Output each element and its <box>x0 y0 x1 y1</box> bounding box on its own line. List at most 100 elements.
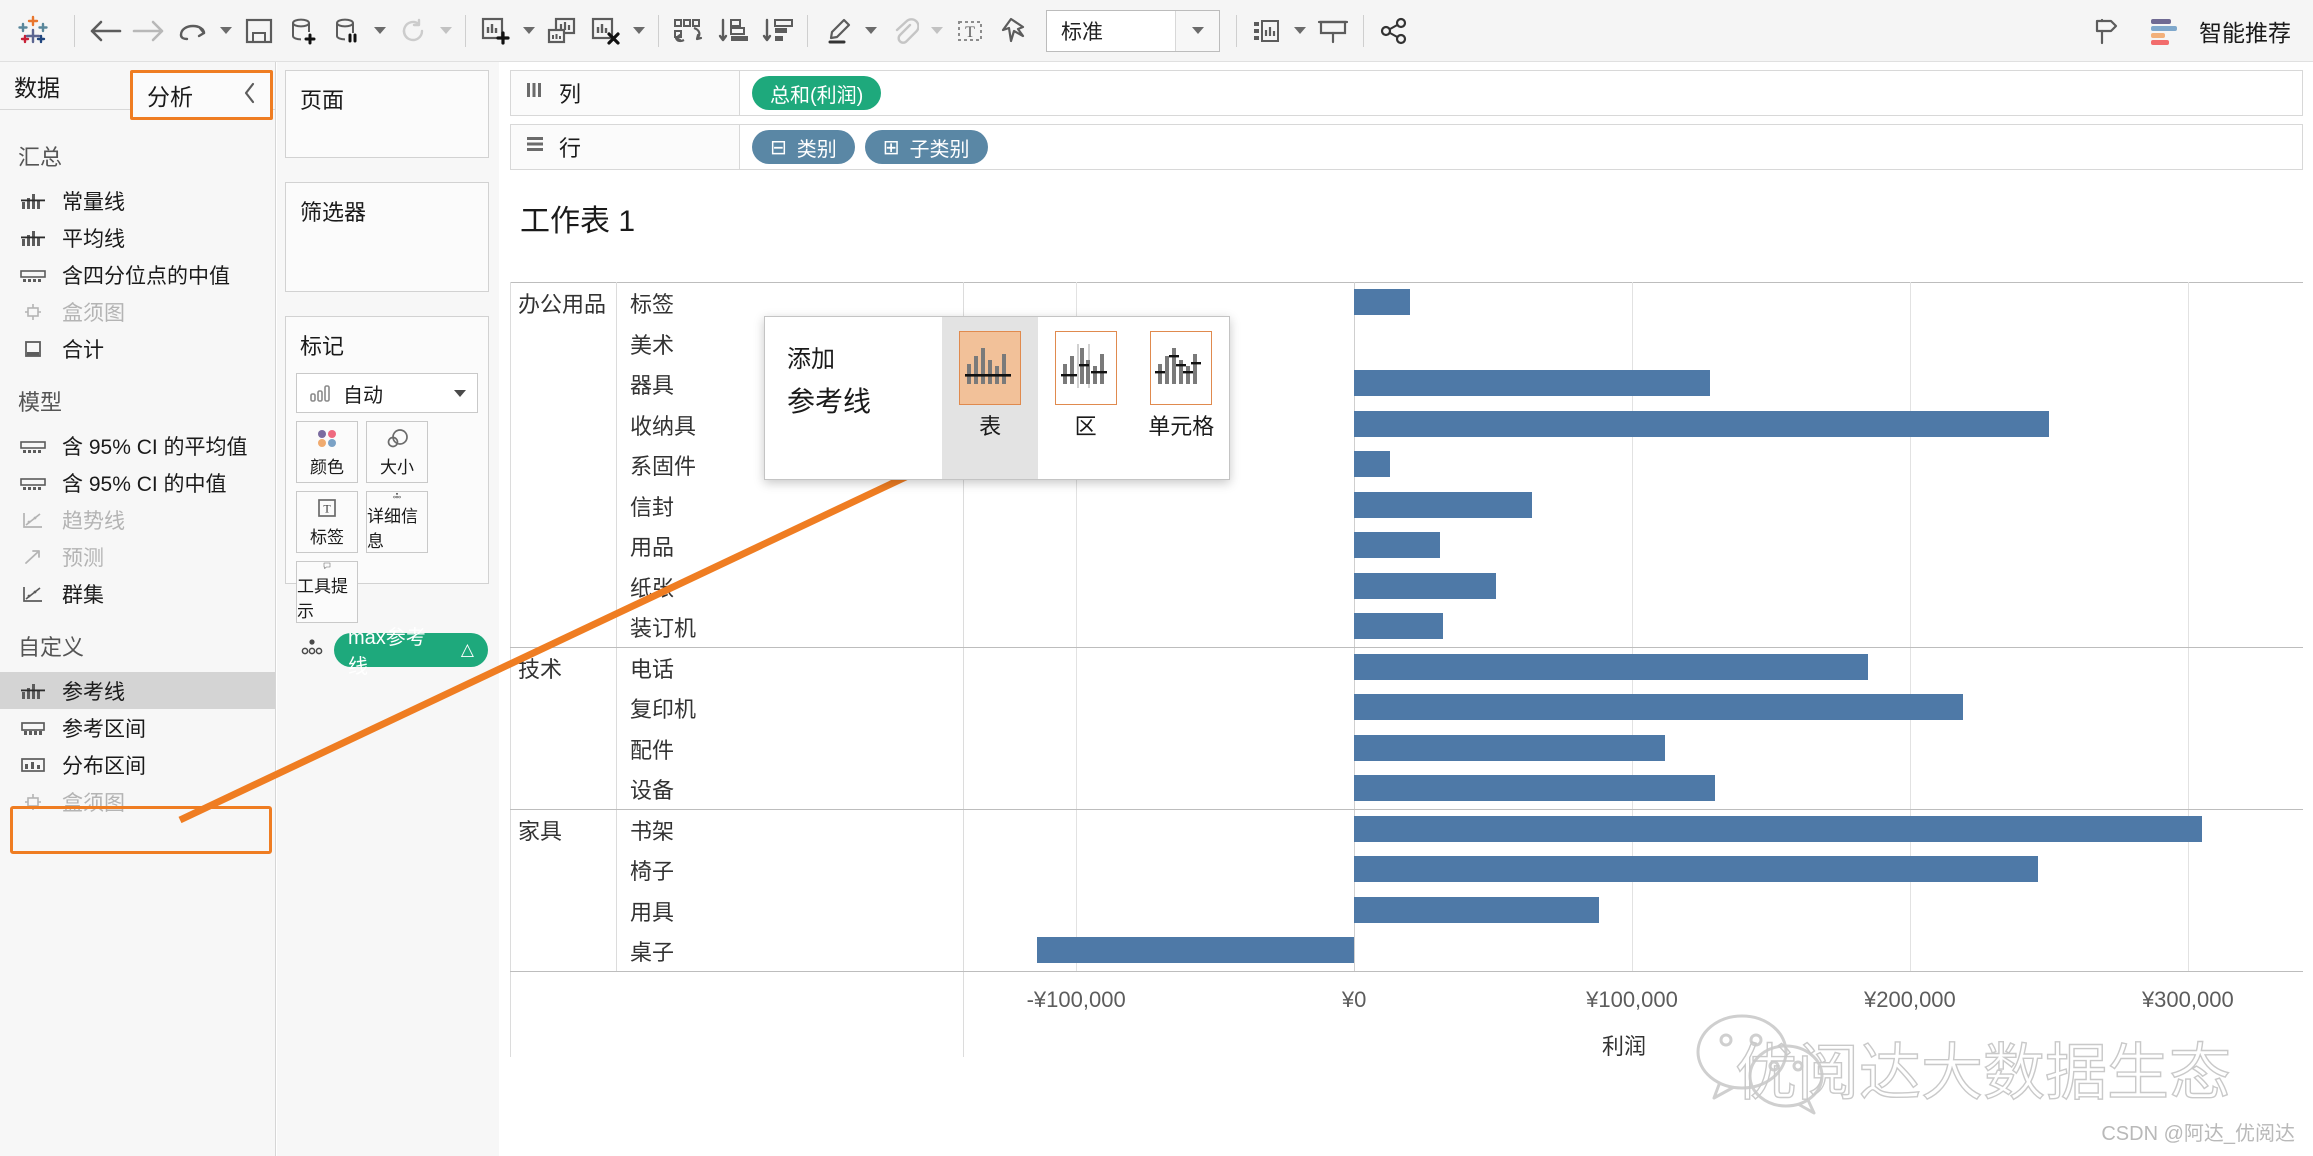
presentation-mode-button[interactable] <box>1311 9 1355 53</box>
save-button[interactable] <box>237 9 281 53</box>
row-header-subcategory[interactable]: 书架 <box>630 814 674 846</box>
new-worksheet-button[interactable] <box>474 9 518 53</box>
scope-pane-option[interactable]: 区 <box>1038 317 1134 479</box>
bar[interactable] <box>1354 370 1710 397</box>
row-header-subcategory[interactable]: 电话 <box>630 652 674 684</box>
pill-sum-profit[interactable]: 总和(利润) <box>752 76 882 110</box>
bar[interactable] <box>1037 937 1355 964</box>
scope-cell-option[interactable]: 单元格 <box>1133 317 1229 479</box>
bar[interactable] <box>1354 653 1869 680</box>
marks-type-select[interactable]: 自动 <box>296 373 478 413</box>
bar[interactable] <box>1354 451 1391 478</box>
bar[interactable] <box>1354 289 1410 316</box>
mark-detail-button[interactable]: 详细信息 <box>366 491 428 553</box>
chevron-left-icon[interactable] <box>242 81 270 110</box>
highlighter-dropdown[interactable] <box>860 27 882 34</box>
tab-analytics[interactable]: 分析 <box>130 70 273 120</box>
attachment-button[interactable] <box>882 9 926 53</box>
swap-rows-columns-button[interactable] <box>667 9 711 53</box>
bar[interactable] <box>1354 572 1496 599</box>
bar[interactable] <box>1354 694 1963 721</box>
row-header-subcategory[interactable]: 信封 <box>630 490 674 522</box>
sort-ascending-button[interactable] <box>711 9 755 53</box>
pill-category[interactable]: ⊟ 类别 <box>752 130 855 164</box>
pause-dropdown[interactable] <box>369 27 391 34</box>
bar[interactable] <box>1354 896 1599 923</box>
bar[interactable] <box>1354 856 2038 883</box>
row-header-subcategory[interactable]: 用品 <box>630 530 674 562</box>
clear-sheet-dropdown[interactable] <box>628 27 650 34</box>
attachment-dropdown[interactable] <box>926 27 948 34</box>
row-header-subcategory[interactable]: 装订机 <box>630 611 696 643</box>
bar[interactable] <box>1354 613 1443 640</box>
text-box-button[interactable]: T <box>948 9 992 53</box>
columns-shelf-drop[interactable]: 总和(利润) <box>740 70 2303 116</box>
share-button[interactable] <box>1372 9 1416 53</box>
fit-select[interactable]: 标准 <box>1046 9 1220 52</box>
analytics-item-reference-line[interactable]: 参考线 <box>0 672 275 709</box>
pill-subcategory[interactable]: ⊞ 子类别 <box>864 130 988 164</box>
analytics-item-median-ci[interactable]: 含 95% CI 的中值 <box>0 464 275 501</box>
row-header-subcategory[interactable]: 收纳具 <box>630 409 696 441</box>
mark-label-button[interactable]: T 标签 <box>296 491 358 553</box>
row-header-subcategory[interactable]: 器具 <box>630 368 674 400</box>
row-header-subcategory[interactable]: 椅子 <box>630 854 674 886</box>
row-header-subcategory[interactable]: 设备 <box>630 773 674 805</box>
chevron-down-icon[interactable] <box>443 389 477 397</box>
analytics-item-average-line[interactable]: 平均线 <box>0 219 275 256</box>
new-worksheet-dropdown[interactable] <box>518 27 540 34</box>
show-hide-cards-button[interactable] <box>1245 9 1289 53</box>
refresh-data-source-button[interactable] <box>391 9 435 53</box>
duplicate-sheet-button[interactable] <box>540 9 584 53</box>
row-header-subcategory[interactable]: 配件 <box>630 733 674 765</box>
bar[interactable] <box>1354 815 2202 842</box>
row-header-category[interactable]: 技术 <box>518 652 562 684</box>
analytics-item-forecast: 预测 <box>0 538 275 575</box>
back-button[interactable] <box>83 9 127 53</box>
mark-tooltip-button[interactable]: 工具提示 <box>296 561 358 623</box>
pause-data-source-button[interactable] <box>325 9 369 53</box>
refresh-dropdown[interactable] <box>435 27 457 34</box>
fit-select-dropdown[interactable] <box>1175 10 1219 51</box>
smart-recommend-button[interactable]: 智能推荐 <box>2147 14 2313 48</box>
analytics-item-distribution-band[interactable]: 分布区间 <box>0 746 275 783</box>
bar[interactable] <box>1354 410 2049 437</box>
tab-data[interactable]: 数据 <box>0 69 60 103</box>
row-header-subcategory[interactable]: 系固件 <box>630 449 696 481</box>
row-header-subcategory[interactable]: 用具 <box>630 895 674 927</box>
mark-size-button[interactable]: 大小 <box>366 421 428 483</box>
row-header-subcategory[interactable]: 复印机 <box>630 692 696 724</box>
row-header-subcategory[interactable]: 标签 <box>630 287 674 319</box>
row-header-category[interactable]: 家具 <box>518 814 562 846</box>
bar[interactable] <box>1354 775 1716 802</box>
analytics-item-reference-band[interactable]: 参考区间 <box>0 709 275 746</box>
tableau-logo <box>0 13 66 49</box>
row-header-subcategory[interactable]: 纸张 <box>630 571 674 603</box>
analytics-item-constant-line[interactable]: 常量线 <box>0 182 275 219</box>
row-header-category[interactable]: 办公用品 <box>518 287 606 319</box>
analytics-item-cluster[interactable]: 群集 <box>0 575 275 612</box>
bar[interactable] <box>1354 532 1441 559</box>
clear-sheet-button[interactable] <box>584 9 628 53</box>
analytics-item-median-quartiles[interactable]: 含四分位点的中值 <box>0 256 275 293</box>
undo-redo-button[interactable] <box>171 9 215 53</box>
bar[interactable] <box>1354 491 1532 518</box>
sort-descending-button[interactable] <box>755 9 799 53</box>
row-header-subcategory[interactable]: 桌子 <box>630 935 674 967</box>
mark-color-button[interactable]: 颜色 <box>296 421 358 483</box>
analytics-item-average-ci[interactable]: 含 95% CI 的平均值 <box>0 427 275 464</box>
scope-table-option[interactable]: 表 <box>942 317 1038 479</box>
new-data-source-button[interactable] <box>281 9 325 53</box>
highlighter-button[interactable] <box>816 9 860 53</box>
rows-shelf-drop[interactable]: ⊟ 类别 ⊞ 子类别 <box>740 124 2303 170</box>
fix-axis-button[interactable] <box>992 9 1036 53</box>
show-me-pin-button[interactable] <box>2083 9 2127 53</box>
row-header-subcategory[interactable]: 美术 <box>630 328 674 360</box>
popup-title: 添加 参考线 <box>765 317 942 479</box>
detail-pill-max-reference-line[interactable]: max参考线 △ <box>334 627 488 678</box>
undo-redo-dropdown[interactable] <box>215 27 237 34</box>
forward-button[interactable] <box>127 9 171 53</box>
analytics-item-totals[interactable]: 合计 <box>0 330 275 367</box>
show-hide-cards-dropdown[interactable] <box>1289 27 1311 34</box>
bar[interactable] <box>1354 734 1666 761</box>
